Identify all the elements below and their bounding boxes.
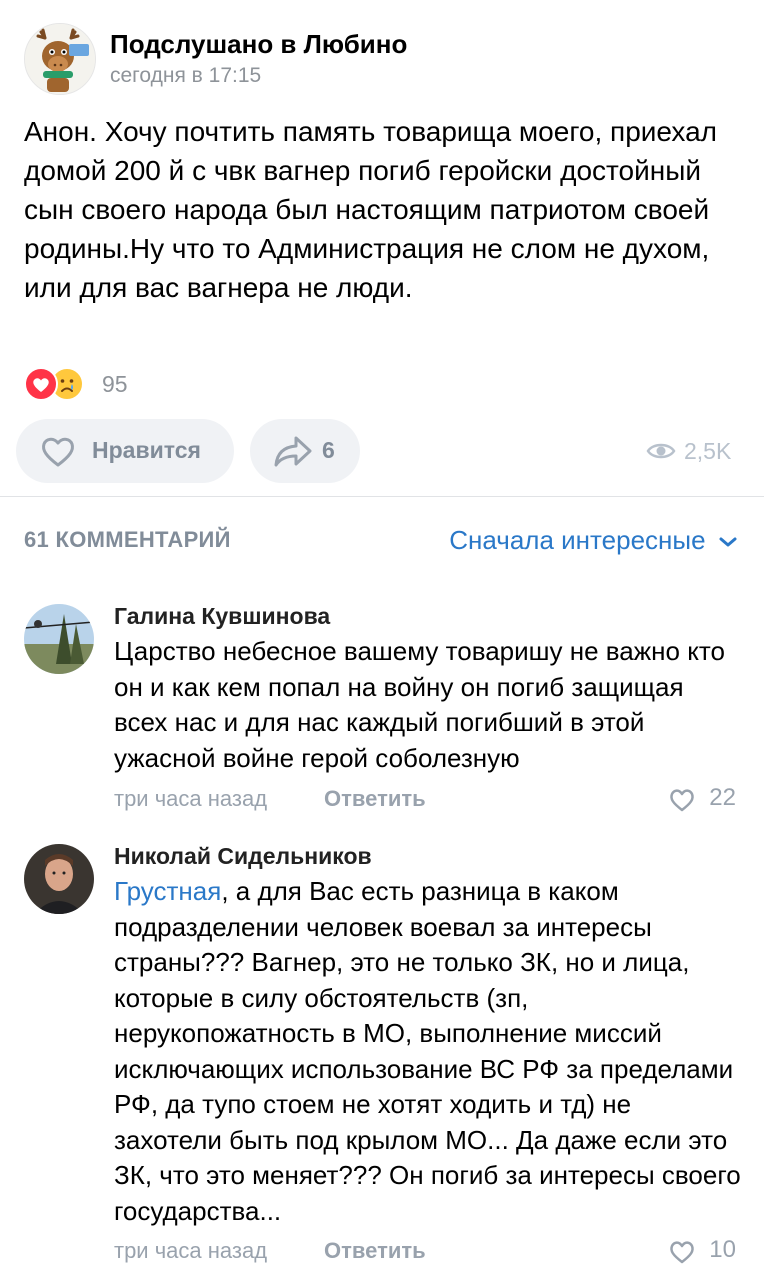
comment-like-button[interactable]: 10 xyxy=(646,1236,736,1266)
reply-button[interactable]: Ответить xyxy=(324,1238,426,1264)
like-button[interactable]: Нравится xyxy=(16,419,234,483)
chevron-down-icon xyxy=(718,535,738,554)
like-label: Нравится xyxy=(92,437,201,463)
views-counter: 2,5K xyxy=(646,436,746,466)
comments-sort-dropdown[interactable]: Сначала интересные xyxy=(449,525,738,557)
sort-label: Сначала интересные xyxy=(449,525,706,555)
comment-like-count: 10 xyxy=(709,1236,736,1263)
group-avatar[interactable] xyxy=(24,23,96,95)
post-header: Подслушано в Любино сегодня в 17:15 xyxy=(24,23,744,95)
heart-outline-icon xyxy=(38,433,78,474)
moose-logo-icon xyxy=(25,24,95,94)
eye-icon xyxy=(646,439,676,468)
heart-outline-icon xyxy=(668,787,696,818)
comment-text: Царство небесное вашему товаришу не важн… xyxy=(114,636,725,773)
avatar[interactable] xyxy=(24,844,94,914)
heart-reaction-icon xyxy=(24,367,58,401)
comment-text: Грустная, а для Вас есть разница в каком… xyxy=(114,874,744,1229)
views-count: 2,5K xyxy=(684,438,732,464)
comment-author[interactable]: Николай Сидельников xyxy=(114,843,372,870)
comment-body: , а для Вас есть разница в каком подразд… xyxy=(114,876,741,1226)
post-timestamp: сегодня в 17:15 xyxy=(110,64,262,87)
heart-outline-icon xyxy=(668,1239,696,1270)
share-arrow-icon xyxy=(272,433,314,474)
mention-link[interactable]: Грустная xyxy=(114,876,221,906)
comment-timestamp: три часа назад xyxy=(114,1238,268,1263)
share-count: 6 xyxy=(322,437,335,463)
reply-button[interactable]: Ответить xyxy=(324,786,426,812)
post-text: Анон. Хочу почтить память товарища моего… xyxy=(24,116,717,303)
comment-author[interactable]: Галина Кувшинова xyxy=(114,603,330,630)
reactions-count: 95 xyxy=(102,371,128,397)
share-button[interactable]: 6 xyxy=(250,419,360,483)
divider xyxy=(0,496,764,497)
comment-timestamp: три часа назад xyxy=(114,786,268,811)
group-name[interactable]: Подслушано в Любино xyxy=(110,29,407,60)
avatar[interactable] xyxy=(24,604,94,674)
comments-count: 61 КОММЕНТАРИЙ xyxy=(24,527,231,552)
comment-like-button[interactable]: 22 xyxy=(646,784,736,814)
comment-like-count: 22 xyxy=(709,784,736,811)
